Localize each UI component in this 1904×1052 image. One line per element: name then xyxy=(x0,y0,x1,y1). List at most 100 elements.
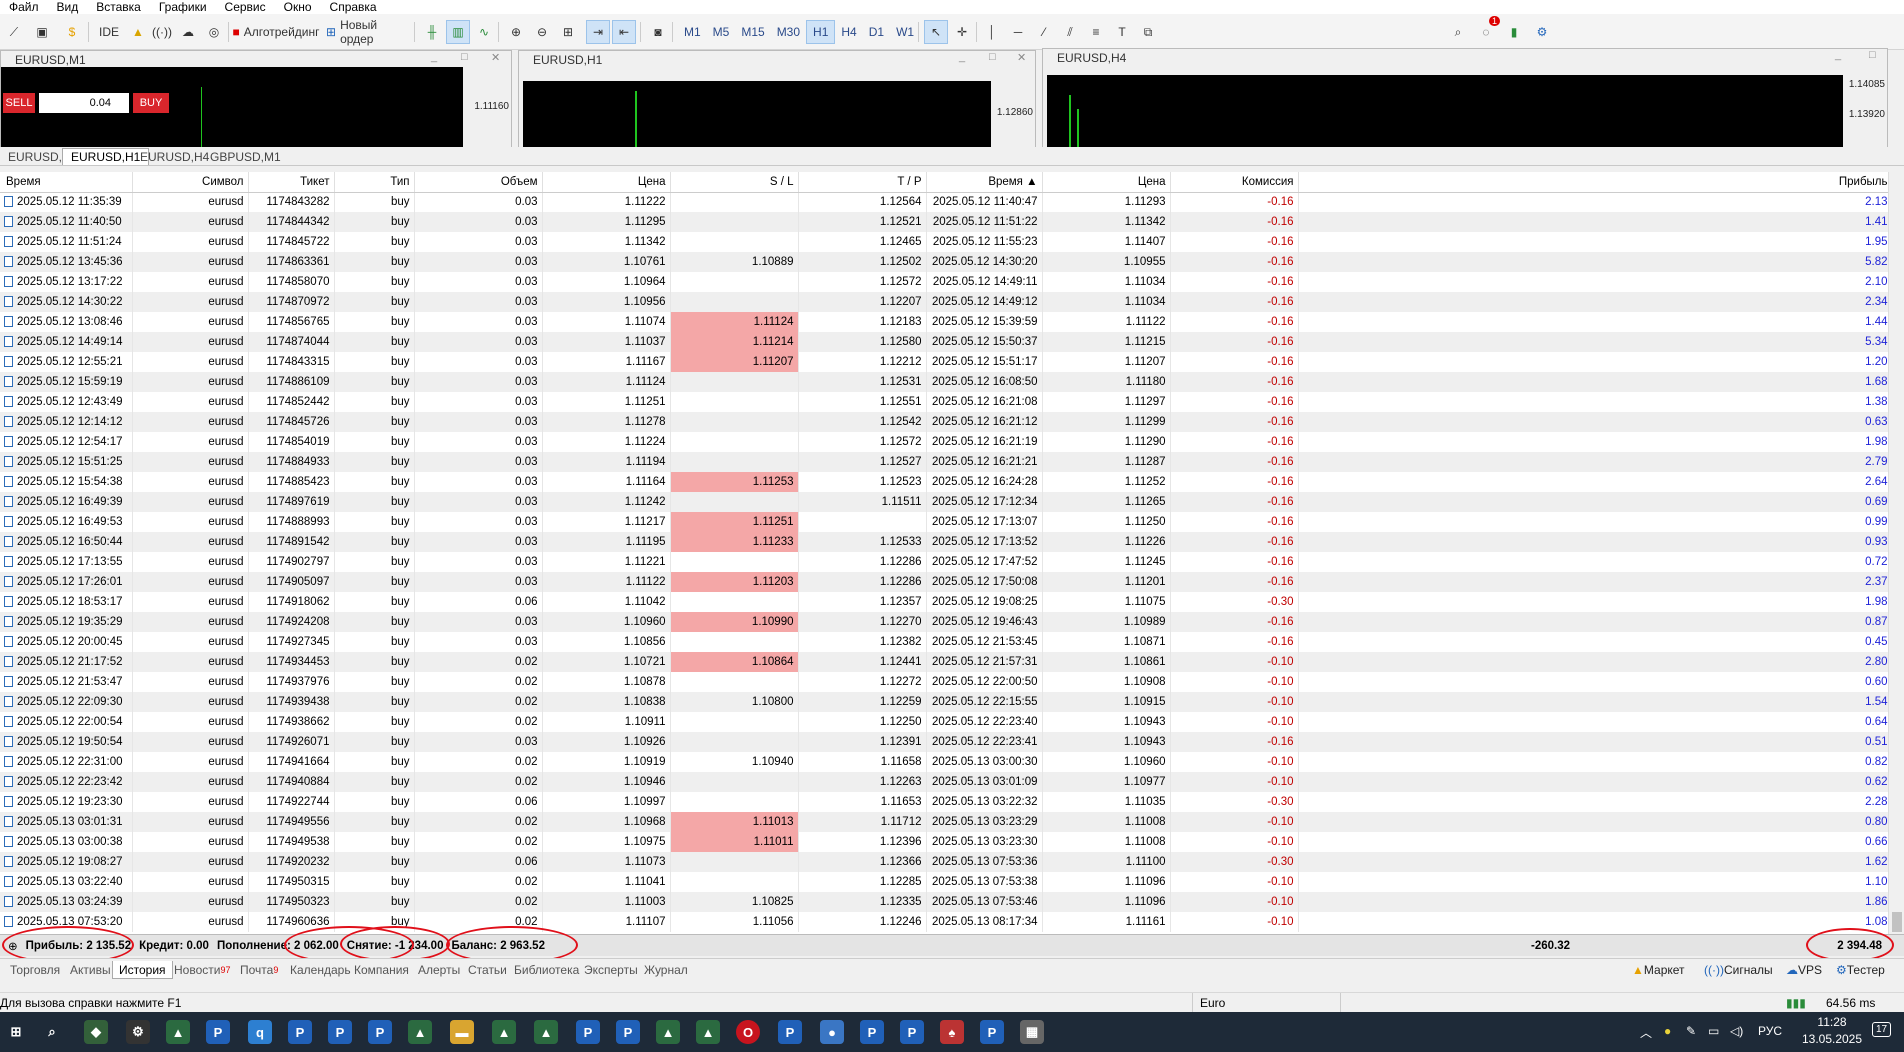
volume-input[interactable]: 0.04 xyxy=(39,93,129,113)
fibonacci-icon[interactable]: ≡ xyxy=(1084,20,1108,44)
ide-button[interactable]: IDE xyxy=(94,20,124,44)
vps-icon[interactable]: ◎ xyxy=(202,20,226,44)
minimize-icon[interactable]: _ xyxy=(431,51,437,63)
chart-window-eurusd-h1[interactable]: EURUSD,H1 _ □ ✕ 1.12860 xyxy=(518,50,1036,151)
tray-network-icon[interactable]: ▭ xyxy=(1708,1024,1719,1038)
table-row[interactable]: 2025.05.12 11:35:39 eurusd 1174843282 buy 0.… xyxy=(0,192,1893,212)
tray-volume-icon[interactable]: ◁) xyxy=(1730,1024,1743,1038)
trendline-icon[interactable]: ⁄ xyxy=(1032,20,1056,44)
column-header[interactable]: Прибыль xyxy=(1298,172,1893,193)
lock-icon[interactable]: ▲ xyxy=(126,20,150,44)
table-row[interactable]: 2025.05.12 16:50:44 eurusd 1174891542 buy 0.… xyxy=(0,532,1893,552)
menu-item[interactable]: Сервис xyxy=(216,0,275,14)
vertical-line-icon[interactable]: │ xyxy=(980,20,1004,44)
table-row[interactable]: 2025.05.12 19:23:30 eurusd 1174922744 buy 0.… xyxy=(0,792,1893,812)
settings-icon[interactable]: ⚙ xyxy=(126,1020,150,1044)
column-header[interactable]: Объем xyxy=(414,172,543,193)
folder-icon[interactable]: ▬ xyxy=(450,1020,474,1044)
table-row[interactable]: 2025.05.12 12:54:17 eurusd 1174854019 buy 0.… xyxy=(0,432,1893,452)
timeframe-w1[interactable]: W1 xyxy=(890,20,920,44)
shapes-icon[interactable]: ⧉ xyxy=(1136,20,1160,44)
chart-tab[interactable]: GBPUSD,M1 xyxy=(202,148,289,165)
close-icon[interactable]: ✕ xyxy=(491,51,500,64)
table-row[interactable]: 2025.05.12 22:31:00 eurusd 1174941664 buy 0.… xyxy=(0,752,1893,772)
menu-item[interactable]: Файл xyxy=(0,0,48,14)
column-header[interactable]: Комиссия xyxy=(1170,172,1299,193)
tab-9[interactable]: Библиотека xyxy=(514,961,579,979)
terminal-icon[interactable]: P xyxy=(980,1020,1004,1044)
table-row[interactable]: 2025.05.12 22:09:30 eurusd 1174939438 buy 0.… xyxy=(0,692,1893,712)
zoom-out-icon[interactable]: ⊖ xyxy=(530,20,554,44)
app-icon[interactable]: ▲ xyxy=(408,1020,432,1044)
table-row[interactable]: 2025.05.12 11:51:24 eurusd 1174845722 buy 0.… xyxy=(0,232,1893,252)
right-tab-сигналы[interactable]: ((·)) Сигналы xyxy=(1704,961,1773,979)
column-header[interactable]: Цена xyxy=(542,172,671,193)
terminal-icon[interactable]: P xyxy=(368,1020,392,1044)
timeframe-d1[interactable]: D1 xyxy=(863,20,890,44)
chart-plot[interactable]: SELL 0.04 BUY xyxy=(1,67,463,149)
app-icon[interactable]: ▲ xyxy=(696,1020,720,1044)
column-header[interactable]: Символ xyxy=(132,172,249,193)
start-icon[interactable]: ⊞ xyxy=(4,1020,28,1044)
app-icon[interactable]: ▲ xyxy=(656,1020,680,1044)
app-icon[interactable]: ♠ xyxy=(940,1020,964,1044)
table-row[interactable]: 2025.05.12 14:49:14 eurusd 1174874044 buy 0.… xyxy=(0,332,1893,352)
chart-plot[interactable] xyxy=(1047,75,1843,159)
menu-item[interactable]: Вставка xyxy=(87,0,150,14)
table-row[interactable]: 2025.05.12 16:49:53 eurusd 1174888993 buy 0.… xyxy=(0,512,1893,532)
menu-item[interactable]: Окно xyxy=(275,0,321,14)
app-icon[interactable]: ▲ xyxy=(492,1020,516,1044)
settings-icon[interactable]: ⚙ xyxy=(1530,20,1554,44)
tab-6[interactable]: Компания xyxy=(354,961,409,979)
calculator-icon[interactable]: ▦ xyxy=(1020,1020,1044,1044)
chart-window-eurusd-h4[interactable]: EURUSD,H4 _ □ 1.14085 1.13920 xyxy=(1042,48,1888,159)
candles-icon[interactable]: ▥ xyxy=(446,20,470,44)
column-header[interactable]: Тикет xyxy=(248,172,335,193)
menu-item[interactable]: Справка xyxy=(321,0,386,14)
timeframe-h4[interactable]: H4 xyxy=(835,20,862,44)
clock-date[interactable]: 13.05.2025 xyxy=(1796,1032,1868,1046)
account-icon[interactable]: ▮ xyxy=(1502,20,1526,44)
table-row[interactable]: 2025.05.12 21:53:47 eurusd 1174937976 buy 0.… xyxy=(0,672,1893,692)
terminal-icon[interactable]: P xyxy=(288,1020,312,1044)
table-row[interactable]: 2025.05.12 19:08:27 eurusd 1174920232 buy 0.… xyxy=(0,852,1893,872)
table-row[interactable]: 2025.05.12 12:55:21 eurusd 1174843315 buy 0.… xyxy=(0,352,1893,372)
right-tab-тестер[interactable]: ⚙ Тестер xyxy=(1836,961,1885,979)
scrollbar-thumb[interactable] xyxy=(1892,912,1902,932)
app-icon[interactable]: ▲ xyxy=(534,1020,558,1044)
tray-pen-icon[interactable]: ✎ xyxy=(1686,1024,1696,1038)
terminal-icon[interactable]: P xyxy=(328,1020,352,1044)
zoom-in-icon[interactable]: ⊕ xyxy=(504,20,528,44)
maximize-icon[interactable]: □ xyxy=(1869,49,1876,61)
table-row[interactable]: 2025.05.12 13:45:36 eurusd 1174863361 buy 0.… xyxy=(0,252,1893,272)
table-row[interactable]: 2025.05.12 11:40:50 eurusd 1174844342 buy 0.… xyxy=(0,212,1893,232)
column-header[interactable]: Время xyxy=(0,172,133,193)
app-icon[interactable]: ● xyxy=(820,1020,844,1044)
minimize-icon[interactable]: _ xyxy=(1835,49,1841,61)
history-table[interactable]: Время Символ Тикет Тип Объем Цена S / LT / P Вр… xyxy=(0,172,1904,934)
column-header[interactable]: Тип xyxy=(334,172,415,193)
table-row[interactable]: 2025.05.12 19:50:54 eurusd 1174926071 buy 0.… xyxy=(0,732,1893,752)
column-header[interactable]: Время ▲ xyxy=(926,172,1043,193)
table-row[interactable]: 2025.05.12 13:08:46 eurusd 1174856765 buy 0.… xyxy=(0,312,1893,332)
market-icon[interactable]: $ xyxy=(60,20,84,44)
table-row[interactable]: 2025.05.12 14:30:22 eurusd 1174870972 buy 0.… xyxy=(0,292,1893,312)
table-row[interactable]: 2025.05.12 12:43:49 eurusd 1174852442 buy 0.… xyxy=(0,392,1893,412)
clock-time[interactable]: 11:28 xyxy=(1802,1015,1862,1029)
text-icon[interactable]: T xyxy=(1110,20,1134,44)
new-order-button[interactable]: ⊞ Новый ордер xyxy=(326,18,412,46)
table-row[interactable]: 2025.05.13 03:22:40 eurusd 1174950315 buy 0.… xyxy=(0,872,1893,892)
language-indicator[interactable]: РУС xyxy=(1758,1024,1782,1038)
tray-app-icon[interactable]: ● xyxy=(1664,1024,1671,1038)
menu-item[interactable]: Графики xyxy=(150,0,216,14)
tab-11[interactable]: Журнал xyxy=(644,961,688,979)
screenshot-icon[interactable]: ◙ xyxy=(646,20,670,44)
sell-button[interactable]: SELL xyxy=(3,93,35,113)
timeframe-m30[interactable]: M30 xyxy=(771,20,806,44)
table-row[interactable]: 2025.05.12 20:00:45 eurusd 1174927345 buy 0.… xyxy=(0,632,1893,652)
close-icon[interactable]: ✕ xyxy=(1017,51,1026,64)
terminal-icon[interactable]: P xyxy=(778,1020,802,1044)
table-row[interactable]: 2025.05.12 19:35:29 eurusd 1174924208 buy 0.… xyxy=(0,612,1893,632)
table-row[interactable]: 2025.05.13 03:01:31 eurusd 1174949556 buy 0.… xyxy=(0,812,1893,832)
terminal-icon[interactable]: P xyxy=(616,1020,640,1044)
